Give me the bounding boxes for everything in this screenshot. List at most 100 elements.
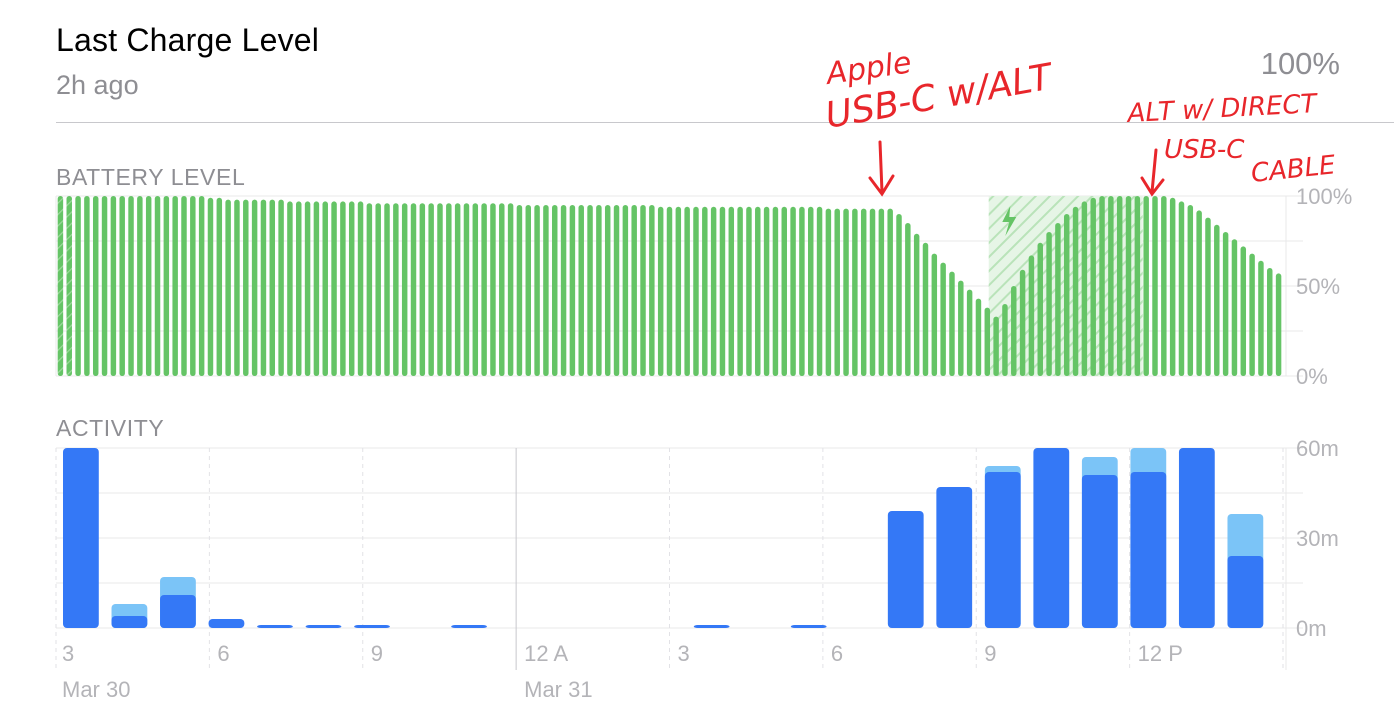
battery-bar <box>384 203 390 376</box>
activity-bar-screen-on <box>208 619 245 628</box>
battery-bar <box>878 208 885 376</box>
activity-bar-screen-on <box>111 616 148 628</box>
battery-bar <box>375 203 381 376</box>
battery-bar <box>84 196 90 376</box>
charts-canvas: 100% 50% 0% 60m 30m 0m 3 6 9 12 A 3 6 9 12 P Mar 30 Ma… <box>55 45 1352 702</box>
activity-date-label: Mar 30 <box>62 677 130 702</box>
battery-bar <box>966 289 973 376</box>
battery-bar <box>507 203 514 376</box>
battery-bar <box>207 197 214 376</box>
battery-bar <box>622 205 629 376</box>
handwritten-annotations: Apple USB-C w/ALT ALT w/ DIRECT USB-C CA… <box>822 45 1338 197</box>
battery-bar <box>763 206 770 376</box>
battery-bar <box>251 199 258 376</box>
activity-date-label: Mar 31 <box>524 677 592 702</box>
activity-bar-screen-on <box>1081 475 1118 628</box>
battery-bar <box>198 196 205 376</box>
battery-bar <box>649 205 655 376</box>
battery-bar <box>543 205 549 376</box>
battery-bar <box>657 206 664 376</box>
battery-bar <box>781 206 787 376</box>
battery-bar <box>816 206 823 376</box>
annotation-arrow-left <box>868 140 895 197</box>
battery-axis: 100% 50% 0% <box>1296 184 1352 389</box>
battery-bar <box>1072 206 1079 376</box>
battery-bar <box>1152 196 1158 376</box>
activity-bar-screen-on <box>451 625 487 628</box>
battery-bar <box>675 206 682 376</box>
battery-bar <box>1196 210 1202 376</box>
battery-bar <box>463 203 470 376</box>
activity-bar-screen-on <box>257 625 293 628</box>
battery-bar <box>287 201 293 376</box>
activity-bar-screen-on <box>887 511 924 628</box>
activity-bar-screen-on <box>693 625 730 628</box>
battery-bar <box>243 199 249 376</box>
battery-bar <box>1143 196 1149 376</box>
battery-bar <box>1090 197 1096 376</box>
battery-bar <box>172 196 178 376</box>
battery-bar <box>896 214 902 376</box>
battery-y-tick-label: 50% <box>1296 274 1340 299</box>
activity-y-tick-label: 0m <box>1296 616 1327 641</box>
battery-bar <box>790 206 796 376</box>
battery-bar <box>1205 217 1211 376</box>
battery-bar <box>1214 224 1220 376</box>
battery-bar <box>1081 201 1088 376</box>
activity-y-tick-label: 30m <box>1296 526 1339 551</box>
battery-bar <box>1134 196 1141 376</box>
battery-bar <box>1108 196 1114 376</box>
battery-bar <box>613 205 620 376</box>
battery-bar <box>472 203 479 376</box>
battery-bar <box>1046 232 1052 376</box>
activity-bar-screen-on <box>1227 556 1264 628</box>
battery-bar <box>931 253 938 376</box>
battery-bar <box>428 203 434 376</box>
battery-bar <box>110 196 117 376</box>
battery-bar <box>1258 260 1264 376</box>
battery-bar <box>834 208 840 376</box>
activity-x-tick-label: 3 <box>678 641 690 666</box>
battery-bar <box>737 206 743 376</box>
activity-x-tick-label: 6 <box>831 641 843 666</box>
battery-bar <box>940 262 946 376</box>
battery-bar <box>975 298 982 376</box>
battery-bar <box>260 199 267 376</box>
battery-bar <box>190 196 196 376</box>
battery-bar <box>75 196 81 376</box>
battery-bar <box>710 206 717 376</box>
battery-bar <box>92 196 99 376</box>
battery-bar <box>684 206 690 376</box>
battery-bar <box>552 205 558 376</box>
battery-bar <box>693 206 699 376</box>
battery-bar <box>401 203 408 376</box>
battery-bar <box>666 206 673 376</box>
battery-bar <box>587 205 593 376</box>
battery-bar <box>1240 246 1247 376</box>
battery-bar <box>1125 196 1132 376</box>
battery-bar <box>1116 196 1123 376</box>
annotation-arrow-right <box>1140 148 1165 197</box>
battery-bar <box>216 197 223 376</box>
battery-bar <box>578 205 584 376</box>
battery-y-tick-label: 100% <box>1296 184 1352 209</box>
battery-bar <box>154 196 161 376</box>
battery-bar <box>808 206 814 376</box>
activity-x-tick-label: 12 A <box>524 641 568 666</box>
battery-bar <box>869 208 876 376</box>
battery-bar <box>393 203 399 376</box>
battery-bar <box>499 203 505 376</box>
battery-bar <box>728 206 735 376</box>
battery-bar <box>993 316 999 376</box>
battery-bar <box>604 205 611 376</box>
annotation-alt-direct: ALT w/ DIRECT <box>1125 89 1320 129</box>
battery-bar <box>1002 304 1008 376</box>
activity-x-tick-label: 3 <box>62 641 74 666</box>
battery-bar <box>569 205 576 376</box>
battery-bar <box>843 208 849 376</box>
battery-bar <box>181 196 187 376</box>
battery-bar <box>119 196 125 376</box>
battery-bar <box>145 196 152 376</box>
activity-bar-screen-on <box>936 487 973 628</box>
battery-bar <box>772 206 779 376</box>
